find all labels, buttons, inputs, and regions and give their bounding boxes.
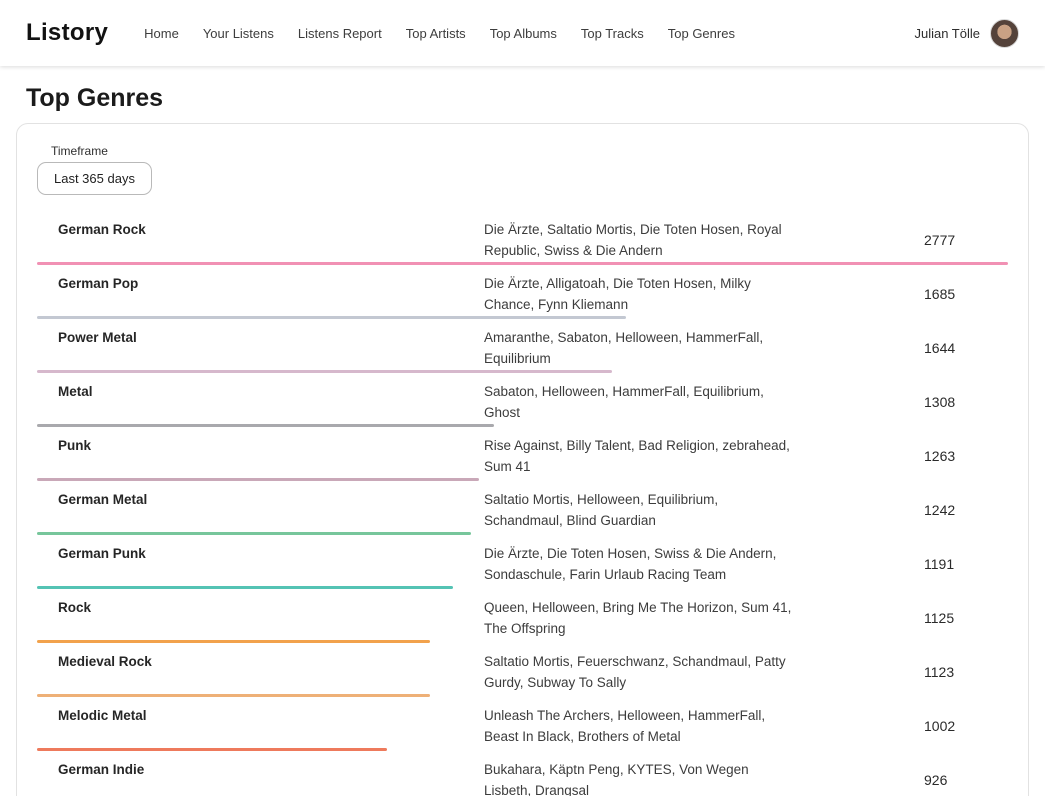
genre-row: Metal Sabaton, Helloween, HammerFall, Eq… [37,373,1008,427]
genre-name: Melodic Metal [58,705,484,726]
genre-count: 926 [924,770,1008,791]
genre-count: 1263 [924,446,1008,467]
genre-name: German Indie [58,759,484,780]
timeframe-label: Timeframe [51,144,1008,158]
nav-item-top-tracks[interactable]: Top Tracks [581,26,644,41]
user-avatar[interactable] [990,19,1019,48]
genre-artists: Queen, Helloween, Bring Me The Horizon, … [484,597,794,639]
page-title: Top Genres [26,84,1029,113]
user-name: Julian Tölle [914,26,980,41]
genre-count: 1308 [924,392,1008,413]
nav-links: Home Your Listens Listens Report Top Art… [144,26,914,41]
genre-artists: Amaranthe, Sabaton, Helloween, HammerFal… [484,327,794,369]
nav-item-top-albums[interactable]: Top Albums [490,26,557,41]
page-content: Top Genres Timeframe Last 365 days Germa… [0,84,1045,796]
genre-artists: Rise Against, Billy Talent, Bad Religion… [484,435,794,477]
genre-row: Rock Queen, Helloween, Bring Me The Hori… [37,589,1008,643]
genre-name: Punk [58,435,484,456]
timeframe-select[interactable]: Last 365 days [37,162,152,195]
genre-count: 1644 [924,338,1008,359]
genre-artists: Unleash The Archers, Helloween, HammerFa… [484,705,794,747]
nav-item-home[interactable]: Home [144,26,179,41]
genre-artists: Die Ärzte, Alligatoah, Die Toten Hosen, … [484,273,794,315]
genre-count: 1242 [924,500,1008,521]
genre-name: German Punk [58,543,484,564]
genre-artists: Bukahara, Käptn Peng, KYTES, Von Wegen L… [484,759,794,796]
nav-item-your-listens[interactable]: Your Listens [203,26,274,41]
genre-row: German Punk Die Ärzte, Die Toten Hosen, … [37,535,1008,589]
genres-table: German Rock Die Ärzte, Saltatio Mortis, … [37,211,1008,796]
genre-count: 1191 [924,554,1008,575]
nav-item-top-artists[interactable]: Top Artists [406,26,466,41]
genre-count: 1002 [924,716,1008,737]
genre-row: German Metal Saltatio Mortis, Helloween,… [37,481,1008,535]
genre-row: German Pop Die Ärzte, Alligatoah, Die To… [37,265,1008,319]
genre-name: German Pop [58,273,484,294]
genre-row: Medieval Rock Saltatio Mortis, Feuerschw… [37,643,1008,697]
genre-row: Power Metal Amaranthe, Sabaton, Hellowee… [37,319,1008,373]
genre-artists: Die Ärzte, Die Toten Hosen, Swiss & Die … [484,543,794,585]
genre-name: German Rock [58,219,484,240]
genre-row: Melodic Metal Unleash The Archers, Hello… [37,697,1008,751]
genre-artists: Die Ärzte, Saltatio Mortis, Die Toten Ho… [484,219,794,261]
genre-name: Medieval Rock [58,651,484,672]
genre-name: German Metal [58,489,484,510]
top-navbar: Listory Home Your Listens Listens Report… [0,0,1045,66]
genre-name: Metal [58,381,484,402]
genre-count: 1123 [924,662,1008,683]
genre-name: Rock [58,597,484,618]
genre-row: Punk Rise Against, Billy Talent, Bad Rel… [37,427,1008,481]
app-logo[interactable]: Listory [26,19,108,47]
genre-row: German Indie Bukahara, Käptn Peng, KYTES… [37,751,1008,796]
genre-artists: Saltatio Mortis, Feuerschwanz, Schandmau… [484,651,794,693]
user-menu[interactable]: Julian Tölle [914,19,1019,48]
genre-count: 2777 [924,230,1008,251]
genre-artists: Saltatio Mortis, Helloween, Equilibrium,… [484,489,794,531]
genre-count: 1125 [924,608,1008,629]
top-genres-card: Timeframe Last 365 days German Rock Die … [16,123,1029,796]
genre-row: German Rock Die Ärzte, Saltatio Mortis, … [37,211,1008,265]
nav-item-top-genres[interactable]: Top Genres [668,26,735,41]
nav-item-listens-report[interactable]: Listens Report [298,26,382,41]
genre-name: Power Metal [58,327,484,348]
genre-artists: Sabaton, Helloween, HammerFall, Equilibr… [484,381,794,423]
genre-count: 1685 [924,284,1008,305]
